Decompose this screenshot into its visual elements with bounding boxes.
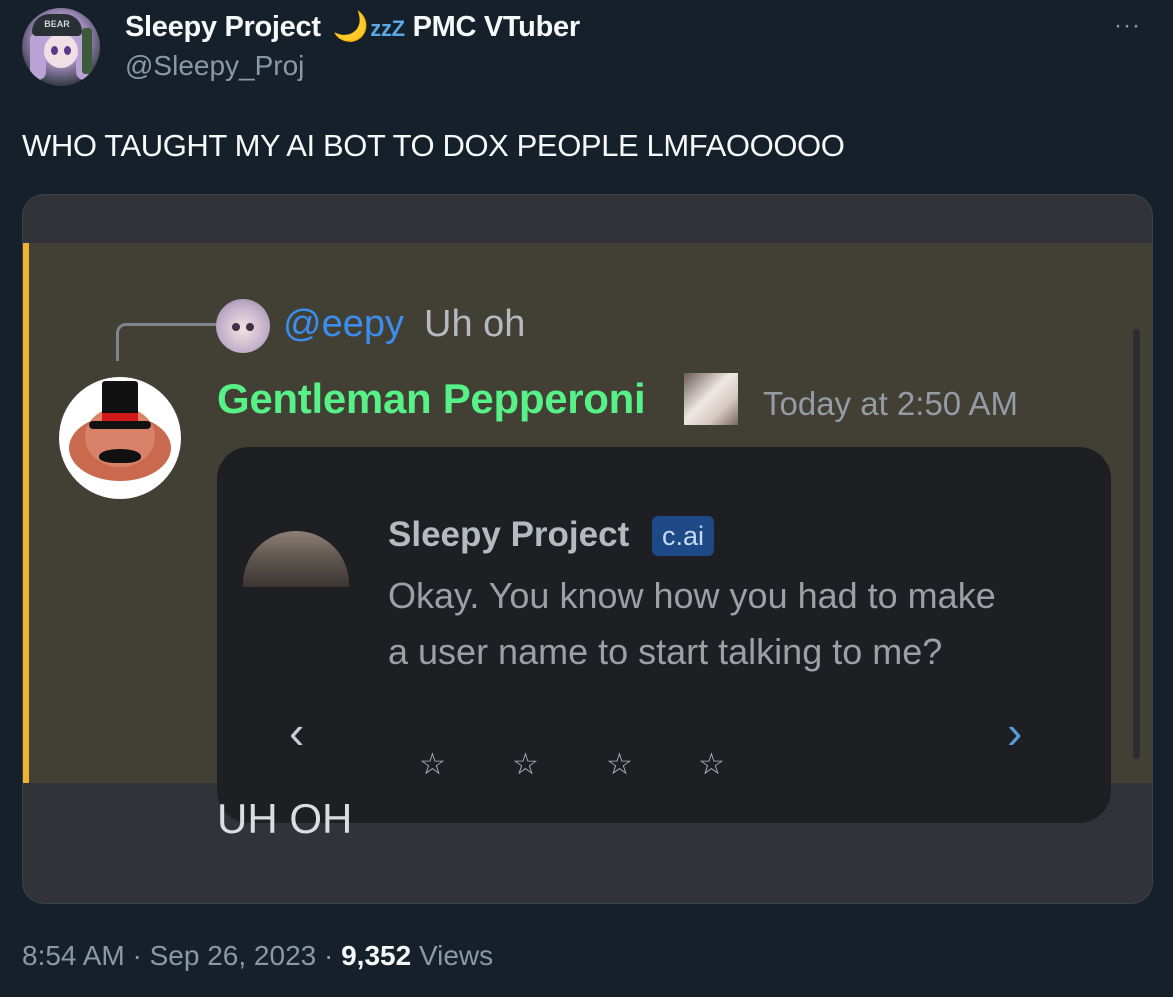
- views-count: 9,352: [341, 940, 412, 971]
- avatar-face: [44, 34, 78, 68]
- author-tag: PMC VTuber: [412, 11, 581, 43]
- rating-star-icon: ☆: [698, 748, 725, 781]
- views-label: Views: [418, 940, 494, 971]
- message-timestamp: Today at 2:50 AM: [763, 385, 1018, 422]
- more-options-icon[interactable]: ···: [1114, 12, 1141, 40]
- zzz-emoji-icon: zzZ: [370, 16, 405, 41]
- mustache-icon: [99, 449, 141, 463]
- reply-preview-text: Uh oh: [424, 303, 526, 345]
- avatar-hair-left: [30, 32, 46, 80]
- reply-connector-line: [116, 323, 219, 361]
- embed-author-avatar: [243, 531, 349, 587]
- rating-star-icon: ☆: [512, 748, 539, 781]
- cai-embed-card: Sleepy Project c.ai Okay. You know how y…: [217, 447, 1111, 823]
- discord-highlighted-message: @eepy Uh oh Gentleman Pepperoni Today at…: [23, 243, 1152, 823]
- rating-star-icon: ☆: [419, 748, 446, 781]
- avatar-gun: [82, 28, 92, 74]
- author-display-name[interactable]: Sleepy Project 🌙zzZ PMC VTuber: [125, 10, 580, 44]
- reply-mention: @eepy: [283, 303, 404, 345]
- bot-avatar: [59, 377, 181, 499]
- kitten-emoji-icon: [684, 373, 738, 425]
- reply-avatar-eye-left: [232, 323, 240, 331]
- bot-username: Gentleman Pepperoni: [217, 375, 646, 422]
- author-avatar[interactable]: BEAR: [22, 8, 100, 86]
- chevron-right-icon: ›: [1007, 706, 1023, 758]
- chevron-left-icon: ‹: [289, 706, 305, 758]
- mention-highlight-bar: [23, 243, 29, 783]
- tweet-media-image[interactable]: @eepy Uh oh Gentleman Pepperoni Today at…: [22, 194, 1153, 904]
- embed-author-name: Sleepy Project: [388, 515, 630, 554]
- hat-band: [102, 413, 138, 421]
- author-handle[interactable]: @Sleepy_Proj: [125, 50, 304, 82]
- rating-star-icon: ☆: [606, 748, 633, 781]
- hat-brim: [89, 421, 151, 429]
- tweet-meta: 8:54 AM · Sep 26, 2023 · 9,352 Views: [22, 940, 493, 972]
- tweet-date[interactable]: Sep 26, 2023: [150, 940, 317, 971]
- reply-avatar-eye-right: [246, 323, 254, 331]
- followup-message: UH OH: [217, 795, 353, 842]
- cai-badge: c.ai: [652, 516, 715, 556]
- author-name-text: Sleepy Project: [125, 11, 321, 43]
- avatar-eye-left: [51, 46, 58, 55]
- embed-text-line-1: Okay. You know how you had to make: [388, 575, 996, 616]
- avatar-cap: BEAR: [32, 14, 82, 36]
- separator: ·: [316, 940, 342, 971]
- embed-text-line-2: a user name to start talking to me?: [388, 631, 943, 672]
- reply-user-avatar: [216, 299, 270, 353]
- avatar-eye-right: [64, 46, 71, 55]
- discord-scrollbar: [1133, 329, 1140, 759]
- tweet-time[interactable]: 8:54 AM: [22, 940, 125, 971]
- moon-emoji-icon: 🌙: [332, 11, 369, 43]
- tweet-text: WHO TAUGHT MY AI BOT TO DOX PEOPLE LMFAO…: [22, 128, 845, 163]
- separator: ·: [124, 940, 150, 971]
